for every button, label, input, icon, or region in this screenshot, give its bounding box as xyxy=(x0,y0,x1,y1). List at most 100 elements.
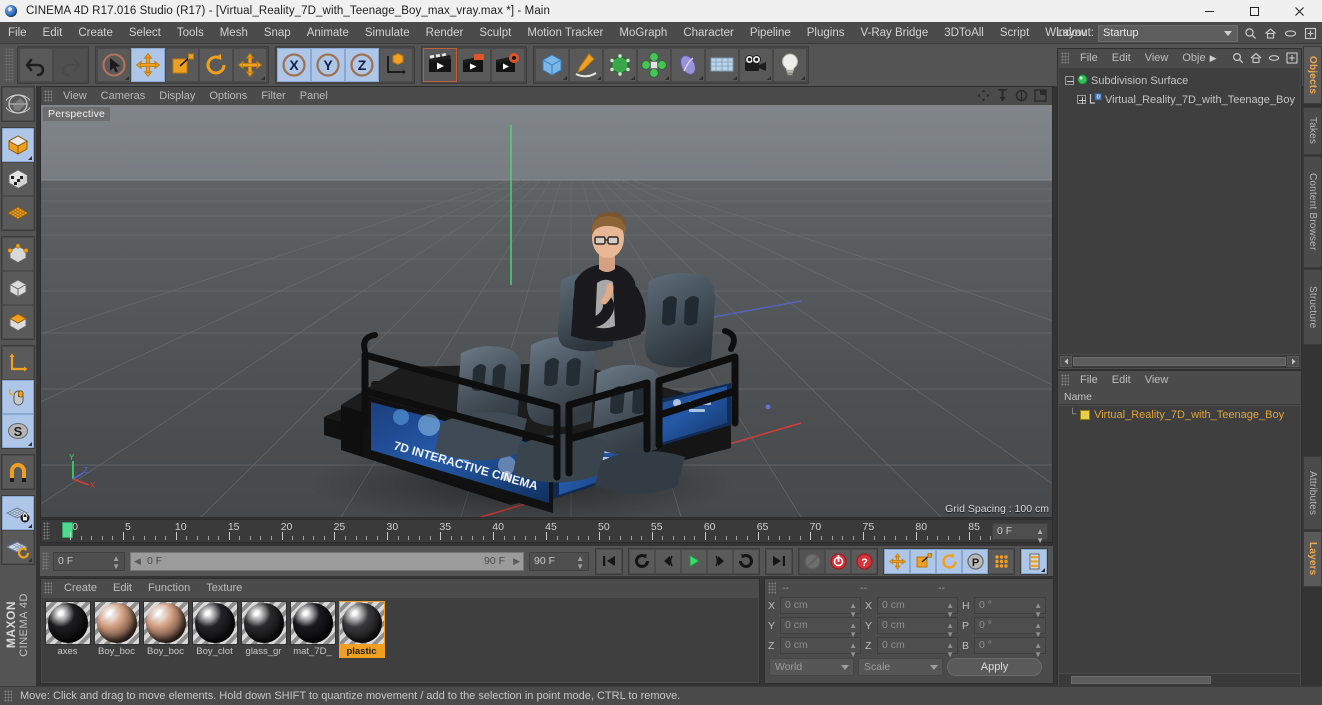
menu-tools[interactable]: Tools xyxy=(169,22,212,44)
texture-mode-button[interactable] xyxy=(2,162,34,196)
add-spline-button[interactable] xyxy=(569,48,603,82)
viewport-menu-options[interactable]: Options xyxy=(202,87,254,105)
object-menu-objects[interactable]: Obje xyxy=(1175,49,1212,67)
coordinates-grip[interactable] xyxy=(768,581,776,594)
coord-input-rot-h[interactable]: 0 ° ▲ ▼ xyxy=(974,597,1046,619)
material-preview-sphere[interactable] xyxy=(142,601,189,645)
coordinate-mode-dropdown[interactable]: Scale xyxy=(858,658,943,676)
expand-icon[interactable] xyxy=(1302,25,1318,41)
timeline-ruler[interactable]: 051015202530354045505560657075808590 xyxy=(52,520,992,542)
coord-input-pos-z[interactable]: 0 cm ▲ ▼ xyxy=(780,637,861,659)
go-to-next-key-button[interactable] xyxy=(733,548,759,574)
coord-input-pos-x[interactable]: 0 cm ▲ ▼ xyxy=(780,597,861,619)
object-manager-grip[interactable] xyxy=(1061,52,1069,64)
menu-character[interactable]: Character xyxy=(675,22,742,44)
z-axis-lock-button[interactable]: Z xyxy=(345,48,379,82)
move-alt-button[interactable] xyxy=(233,48,267,82)
apply-button[interactable]: Apply xyxy=(947,658,1042,676)
make-editable-button[interactable] xyxy=(2,87,34,121)
rotate-tool-button[interactable] xyxy=(199,48,233,82)
rotation-key-button[interactable] xyxy=(936,548,962,574)
menu-mesh[interactable]: Mesh xyxy=(212,22,256,44)
right-tab-takes[interactable]: Takes xyxy=(1303,107,1322,155)
scroll-left-arrow-icon[interactable] xyxy=(1060,356,1072,367)
redo-button[interactable] xyxy=(53,48,87,82)
menu-motion-tracker[interactable]: Motion Tracker xyxy=(519,22,611,44)
y-axis-lock-button[interactable]: Y xyxy=(311,48,345,82)
go-to-start-button[interactable] xyxy=(596,548,622,574)
coord-input-rot-p[interactable]: 0 ° ▲ ▼ xyxy=(974,617,1046,639)
workplane-mode-button[interactable] xyxy=(2,196,34,230)
menu-create[interactable]: Create xyxy=(70,22,121,44)
add-cube-button[interactable] xyxy=(535,48,569,82)
scroll-right-arrow-icon[interactable] xyxy=(1287,356,1299,367)
right-tab-attributes[interactable]: Attributes xyxy=(1303,456,1322,530)
toolbar-grip[interactable] xyxy=(5,48,14,82)
model-mode-button[interactable] xyxy=(2,128,34,162)
transport-grip[interactable] xyxy=(42,552,49,570)
parameter-key-button[interactable]: P xyxy=(962,548,988,574)
menu-script[interactable]: Script xyxy=(992,22,1037,44)
material-item[interactable]: plastic xyxy=(338,601,385,679)
more-arrow-icon[interactable]: ▶ xyxy=(1210,53,1217,64)
menu-snap[interactable]: Snap xyxy=(256,22,299,44)
menu-file[interactable]: File xyxy=(0,22,35,44)
point-level-animation-button[interactable] xyxy=(988,548,1014,574)
layer-menu-edit[interactable]: Edit xyxy=(1105,371,1138,389)
position-key-button[interactable] xyxy=(884,548,910,574)
object-manager-hscrollbar[interactable] xyxy=(1059,355,1300,368)
close-icon[interactable] xyxy=(1277,0,1322,22)
right-tab-content-browser[interactable]: Content Browser xyxy=(1303,156,1322,268)
object-tree[interactable]: Subdivision Surface 0 Virtual_Reality_7D… xyxy=(1059,68,1300,354)
home-icon[interactable] xyxy=(1262,25,1278,41)
move-tool-button[interactable] xyxy=(131,48,165,82)
step-back-button[interactable] xyxy=(655,548,681,574)
points-mode-button[interactable] xyxy=(2,237,34,271)
viewport-menu-view[interactable]: View xyxy=(56,87,94,105)
material-preview-sphere[interactable] xyxy=(338,601,385,645)
dolly-viewport-icon[interactable] xyxy=(995,88,1010,103)
layer-row[interactable]: └ Virtual_Reality_7D_with_Teenage_Boy xyxy=(1059,406,1300,423)
coord-input-size-x[interactable]: 0 cm ▲ ▼ xyxy=(877,597,958,619)
layer-manager-hscrollbar[interactable] xyxy=(1059,674,1300,686)
add-camera-button[interactable] xyxy=(739,48,773,82)
x-axis-lock-button[interactable]: X xyxy=(277,48,311,82)
right-tab-layers[interactable]: Layers xyxy=(1303,531,1322,587)
go-to-previous-key-button[interactable] xyxy=(629,548,655,574)
scale-tool-button[interactable] xyxy=(165,48,199,82)
current-frame-field[interactable]: 0 F ▲ ▼ xyxy=(53,551,125,571)
expand-icon[interactable] xyxy=(1284,50,1299,65)
menu-sculpt[interactable]: Sculpt xyxy=(471,22,519,44)
layer-menu-view[interactable]: View xyxy=(1138,371,1176,389)
layer-menu-file[interactable]: File xyxy=(1073,371,1105,389)
eye-icon[interactable] xyxy=(1266,50,1281,65)
undo-button[interactable] xyxy=(19,48,53,82)
right-tab-objects[interactable]: Objects xyxy=(1303,46,1322,104)
coord-input-size-y[interactable]: 0 cm ▲ ▼ xyxy=(877,617,958,639)
maximize-viewport-icon[interactable] xyxy=(1033,88,1048,103)
scrollbar-thumb[interactable] xyxy=(1073,357,1286,366)
end-frame-field[interactable]: 90 F ▲ ▼ xyxy=(529,551,589,571)
range-left-arrow-icon[interactable]: ◀ xyxy=(134,556,141,567)
menu-pipeline[interactable]: Pipeline xyxy=(742,22,799,44)
layout-dropdown[interactable]: Startup xyxy=(1098,24,1238,42)
scrollbar-thumb[interactable] xyxy=(1071,676,1211,684)
object-tree-row-virtual-reality-7d[interactable]: 0 Virtual_Reality_7D_with_Teenage_Boy xyxy=(1059,90,1300,109)
rotate-viewport-icon[interactable] xyxy=(1014,88,1029,103)
material-menu-function[interactable]: Function xyxy=(140,579,198,597)
material-preview-sphere[interactable] xyxy=(240,601,287,645)
world-object-coordinates-button[interactable] xyxy=(379,48,413,82)
material-item[interactable]: Boy_clot xyxy=(191,601,238,679)
coord-input-rot-b[interactable]: 0 ° ▲ ▼ xyxy=(974,637,1046,659)
expand-toggle-icon[interactable] xyxy=(1077,95,1086,104)
add-light-button[interactable] xyxy=(773,48,807,82)
object-menu-file[interactable]: File xyxy=(1073,49,1105,67)
material-menu-create[interactable]: Create xyxy=(56,579,105,597)
viewport-grip[interactable] xyxy=(44,90,52,102)
material-preview-sphere[interactable] xyxy=(93,601,140,645)
coord-input-pos-y[interactable]: 0 cm ▲ ▼ xyxy=(780,617,861,639)
material-preview-sphere[interactable] xyxy=(289,601,336,645)
coord-input-size-z[interactable]: 0 cm ▲ ▼ xyxy=(877,637,958,659)
polygons-mode-button[interactable] xyxy=(2,305,34,339)
eye-icon[interactable] xyxy=(1282,25,1298,41)
